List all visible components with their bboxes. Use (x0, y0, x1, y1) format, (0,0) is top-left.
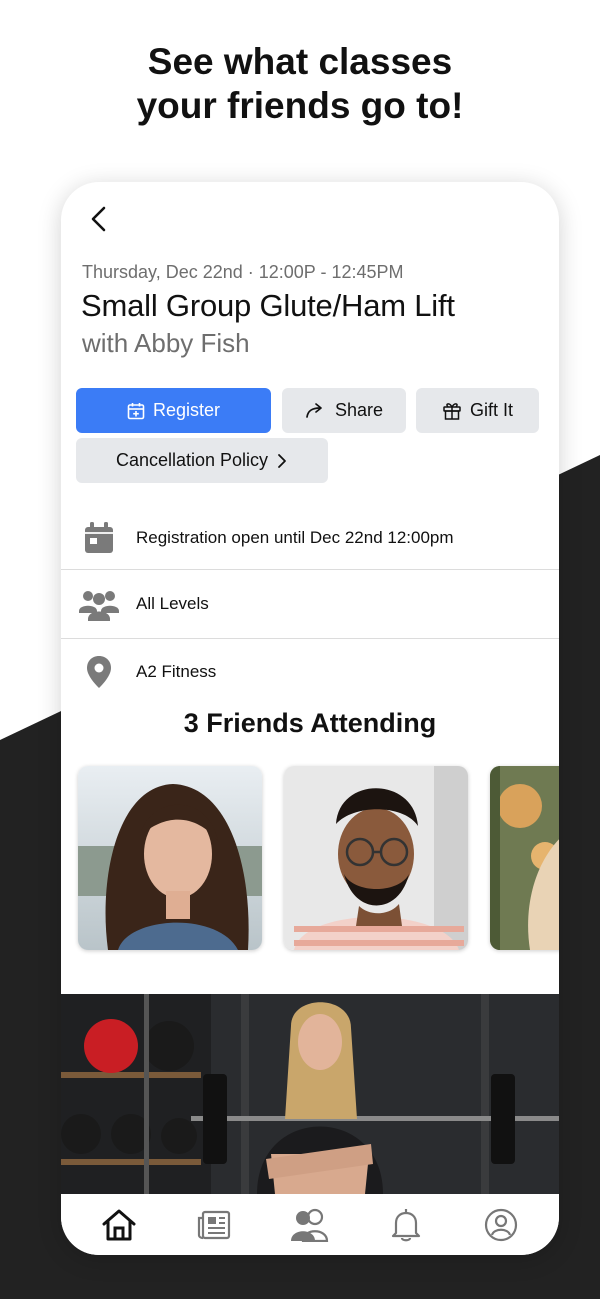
calendar-icon (84, 522, 113, 553)
tab-news[interactable] (189, 1200, 239, 1250)
register-button[interactable]: Register (76, 388, 271, 433)
tab-friends[interactable] (285, 1200, 335, 1250)
back-button[interactable] (83, 202, 113, 236)
class-instructor: with Abby Fish (82, 328, 250, 358)
phone-screen: Thursday, Dec 22nd · 12:00P - 12:45PM Sm… (61, 182, 559, 1255)
info-row-location[interactable]: A2 Fitness (61, 638, 559, 706)
tab-notifications[interactable] (381, 1200, 431, 1250)
class-title: Small Group Glute/Ham Lift (81, 288, 455, 323)
news-icon (198, 1210, 231, 1239)
share-button[interactable]: Share (282, 388, 406, 433)
gift-button[interactable]: Gift It (416, 388, 539, 433)
headline-line-1: See what classes (147, 41, 453, 82)
chevron-right-icon (278, 453, 286, 468)
class-hero-image (61, 994, 559, 1194)
friend-photo (78, 766, 262, 950)
bottom-tab-bar (61, 1194, 559, 1255)
friend-avatar-card[interactable] (284, 766, 468, 950)
registration-info-text: Registration open until Dec 22nd 12:00pm (136, 528, 454, 547)
chevron-left-icon (91, 206, 106, 232)
people-icon (78, 591, 119, 621)
bell-icon (391, 1208, 420, 1241)
location-pin-icon (86, 656, 111, 688)
tab-home[interactable] (94, 1200, 144, 1250)
friend-photo (490, 766, 559, 950)
friend-avatar-card[interactable] (490, 766, 559, 950)
share-label: Share (334, 400, 384, 420)
promo-headline: See what classes your friends go to! (0, 40, 600, 128)
tab-profile[interactable] (476, 1200, 526, 1250)
gym-photo (61, 994, 559, 1194)
levels-info-text: All Levels (136, 594, 209, 613)
calendar-add-icon (127, 402, 145, 419)
info-row-registration: Registration open until Dec 22nd 12:00pm (61, 504, 559, 572)
cancellation-policy-label: Cancellation Policy (115, 450, 269, 470)
friend-photo (284, 766, 468, 950)
friends-attending-title: 3 Friends Attending (183, 708, 437, 738)
class-date-time: Thursday, Dec 22nd · 12:00P - 12:45PM (82, 262, 404, 282)
friends-icon (290, 1208, 329, 1242)
headline-line-2: your friends go to! (136, 85, 464, 126)
home-icon (102, 1209, 136, 1240)
share-arrow-icon (306, 402, 322, 418)
cancellation-policy-button[interactable]: Cancellation Policy (76, 438, 328, 483)
friend-avatar-card[interactable] (78, 766, 262, 950)
profile-icon (485, 1208, 518, 1241)
register-label: Register (152, 400, 221, 420)
location-info-text: A2 Fitness (136, 662, 217, 681)
gift-icon (443, 402, 461, 420)
gift-label: Gift It (469, 400, 513, 420)
info-row-levels: All Levels (61, 570, 559, 638)
